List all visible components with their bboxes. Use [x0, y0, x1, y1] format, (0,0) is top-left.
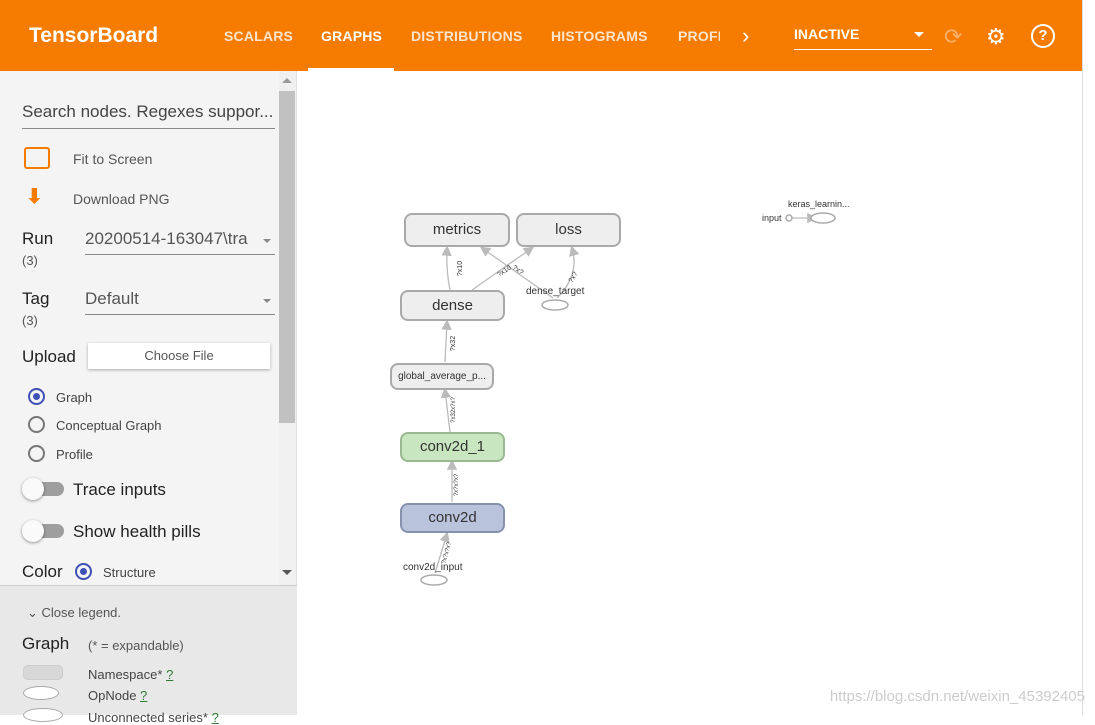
metrics-node[interactable]: metrics: [404, 213, 510, 247]
watermark: https://blog.csdn.net/weixin_45392405: [829, 688, 1085, 705]
dense-target-node[interactable]: [541, 299, 569, 311]
input-node[interactable]: [785, 214, 793, 222]
dense-target-label: dense_target: [526, 286, 585, 297]
graph-edges: [420, 212, 836, 586]
edge-dense-metrics: [441, 245, 452, 291]
keras-learning-node[interactable]: [810, 212, 836, 224]
conv2d-input-node[interactable]: [420, 574, 448, 586]
global-average-pooling-node[interactable]: global_average_p...: [390, 363, 494, 390]
keras-learning-label: keras_learnin...: [788, 199, 850, 209]
edge-gap-dense: [441, 319, 452, 363]
right-edge: [1082, 0, 1095, 715]
dense-node[interactable]: dense: [400, 290, 505, 321]
conv2d-1-node[interactable]: conv2d_1: [400, 432, 505, 462]
loss-node[interactable]: loss: [516, 213, 621, 247]
edge-label: ?x?x?x?: [454, 473, 461, 497]
edge-label: ?x32: [450, 335, 458, 352]
input-label: input: [762, 213, 782, 223]
edge-conv1-gap: [440, 387, 452, 433]
edge-label: ?x32x?x?: [450, 397, 457, 423]
conv2d-node[interactable]: conv2d: [400, 503, 505, 533]
conv2d-input-label: conv2d_input: [403, 562, 463, 573]
edge-label: ?x10: [457, 260, 465, 277]
